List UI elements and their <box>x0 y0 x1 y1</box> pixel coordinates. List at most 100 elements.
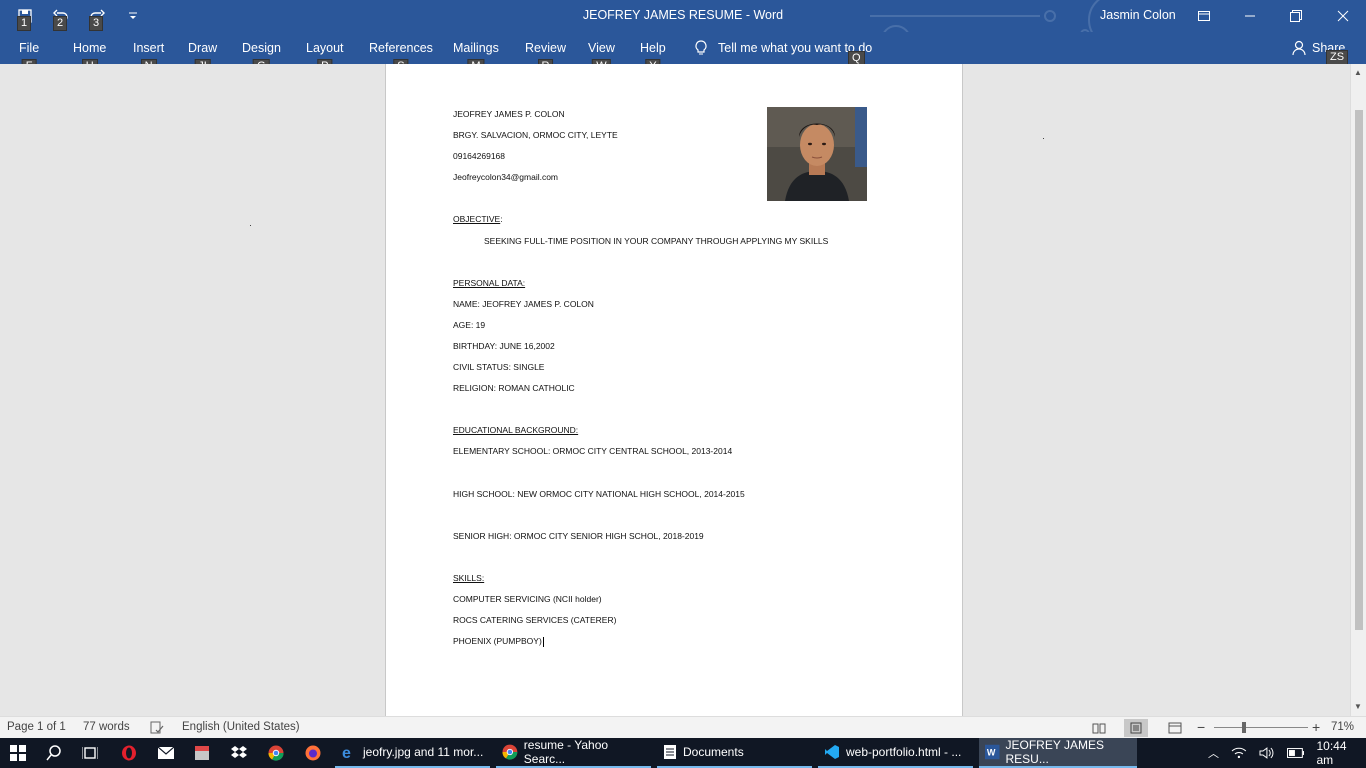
education-high-school: HIGH SCHOOL: NEW ORMOC CITY NATIONAL HIG… <box>453 489 745 499</box>
tab-mailings[interactable]: MailingsM <box>453 41 499 74</box>
tab-help[interactable]: HelpY <box>640 41 666 74</box>
taskbar-app-vscode[interactable]: web-portfolio.html - ... <box>818 738 973 768</box>
vertical-scrollbar[interactable]: ▲ ▼ <box>1350 64 1366 716</box>
stray-mark <box>1043 138 1044 139</box>
objective-colon: : <box>500 214 503 224</box>
taskbar-app-edge[interactable]: e jeofry.jpg and 11 mor... <box>335 738 490 768</box>
tell-me-search[interactable]: Tell me what you want to do <box>694 40 872 56</box>
tab-layout[interactable]: LayoutP <box>306 41 344 74</box>
tab-label: Insert <box>133 41 165 55</box>
calculator-icon <box>195 746 209 760</box>
document-area[interactable]: JEOFREY JAMES P. COLON BRGY. SALVACION, … <box>0 64 1350 716</box>
education-heading: EDUCATIONAL BACKGROUND: <box>453 425 579 435</box>
tab-file[interactable]: FileF <box>19 41 39 74</box>
chrome-icon <box>268 745 284 761</box>
zoom-slider-track[interactable] <box>1214 727 1308 728</box>
taskbar-app-chrome[interactable]: resume - Yahoo Searc... <box>496 738 651 768</box>
tab-review[interactable]: ReviewR <box>525 41 566 74</box>
read-mode-button[interactable] <box>1087 719 1111 737</box>
tab-label: Help <box>640 41 666 55</box>
opera-button[interactable] <box>111 738 147 768</box>
wifi-icon[interactable] <box>1231 747 1247 759</box>
zoom-slider-thumb[interactable] <box>1242 722 1246 733</box>
taskbar-app-label: web-portfolio.html - ... <box>846 745 962 759</box>
tab-insert[interactable]: InsertN <box>133 41 165 74</box>
battery-icon[interactable] <box>1286 748 1305 758</box>
tab-label: Design <box>242 41 281 55</box>
vscode-icon <box>825 745 839 759</box>
dropbox-button[interactable] <box>221 738 257 768</box>
close-button[interactable] <box>1320 0 1366 32</box>
skills-heading: SKILLS: <box>453 573 485 583</box>
text-cursor <box>542 636 544 647</box>
taskbar-app-word[interactable]: W JEOFREY JAMES RESU... <box>979 738 1137 768</box>
book-icon <box>1092 723 1106 734</box>
scrollbar-thumb[interactable] <box>1355 110 1363 630</box>
taskbar-app-documents[interactable]: Documents <box>657 738 812 768</box>
personal-religion: RELIGION: ROMAN CATHOLIC <box>453 383 575 393</box>
profile-photo-image <box>767 107 867 201</box>
calculator-button[interactable] <box>184 738 220 768</box>
scroll-up-arrow-icon[interactable]: ▲ <box>1354 68 1362 77</box>
objective-label: OBJECTIVE <box>453 214 501 224</box>
zoom-level[interactable]: 71% <box>1331 721 1354 733</box>
ribbon-display-options-button[interactable] <box>1181 0 1227 32</box>
chrome-icon <box>502 744 518 760</box>
svg-text:e: e <box>342 745 351 760</box>
person-icon <box>1292 40 1306 56</box>
minimize-button[interactable] <box>1227 0 1273 32</box>
personal-data-heading: PERSONAL DATA: <box>453 278 526 288</box>
profile-photo[interactable] <box>767 107 867 201</box>
ribbon-tabs: FileF HomeH InsertN DrawJI DesignG Layou… <box>0 32 1366 74</box>
firefox-button[interactable] <box>295 738 331 768</box>
skill-item: ROCS CATERING SERVICES (CATERER) <box>453 615 617 625</box>
tab-design[interactable]: DesignG <box>242 41 281 74</box>
language[interactable]: English (United States) <box>182 721 300 733</box>
personal-birthday: BIRTHDAY: JUNE 16,2002 <box>453 341 555 351</box>
chrome-button[interactable] <box>258 738 294 768</box>
close-icon <box>1337 10 1349 22</box>
clock[interactable]: 10:44 am <box>1316 739 1366 767</box>
ribbon-display-icon <box>1198 11 1210 21</box>
lightbulb-icon <box>695 40 707 55</box>
tab-home[interactable]: HomeH <box>73 41 106 74</box>
search-icon <box>46 745 61 761</box>
restore-button[interactable] <box>1273 0 1319 32</box>
web-layout-button[interactable] <box>1163 719 1187 737</box>
print-layout-button[interactable] <box>1124 719 1148 737</box>
zoom-in-button[interactable]: + <box>1312 719 1320 735</box>
zoom-out-button[interactable]: − <box>1197 719 1205 735</box>
mail-button[interactable] <box>148 738 184 768</box>
page-icon <box>1130 722 1142 734</box>
search-button[interactable] <box>36 738 72 768</box>
web-layout-icon <box>1168 722 1182 734</box>
page-count[interactable]: Page 1 of 1 <box>7 721 66 733</box>
opera-icon <box>122 745 136 761</box>
user-name[interactable]: Jasmin Colon <box>1100 8 1176 22</box>
document-page[interactable]: JEOFREY JAMES P. COLON BRGY. SALVACION, … <box>385 64 963 716</box>
tab-label: Draw <box>188 41 218 55</box>
personal-name: NAME: JEOFREY JAMES P. COLON <box>453 299 594 309</box>
word-icon: W <box>985 744 1000 760</box>
tab-references[interactable]: ReferencesS <box>369 41 433 74</box>
restore-icon <box>1290 10 1302 22</box>
task-view-button[interactable] <box>72 738 108 768</box>
windows-icon <box>10 745 26 761</box>
system-tray: ︿ 10:44 am <box>1208 738 1366 768</box>
scroll-down-arrow-icon[interactable]: ▼ <box>1354 702 1362 711</box>
word-count[interactable]: 77 words <box>83 721 130 733</box>
tab-label: References <box>369 41 433 55</box>
tab-label: Review <box>525 41 566 55</box>
volume-icon[interactable] <box>1259 747 1275 759</box>
tab-label: Mailings <box>453 41 499 55</box>
resume-email: Jeofreycolon34@gmail.com <box>453 172 559 182</box>
skill-item: PHOENIX (PUMPBOY) <box>453 636 542 646</box>
tab-view[interactable]: ViewW <box>588 41 615 74</box>
objective-text: SEEKING FULL-TIME POSITION IN YOUR COMPA… <box>484 236 829 246</box>
tab-draw[interactable]: DrawJI <box>188 41 218 74</box>
proofing-icon[interactable] <box>150 721 164 734</box>
resume-name: JEOFREY JAMES P. COLON <box>453 109 565 119</box>
taskbar: e jeofry.jpg and 11 mor... resume - Yaho… <box>0 738 1366 768</box>
start-button[interactable] <box>0 738 36 768</box>
chevron-up-icon[interactable]: ︿ <box>1208 745 1219 761</box>
